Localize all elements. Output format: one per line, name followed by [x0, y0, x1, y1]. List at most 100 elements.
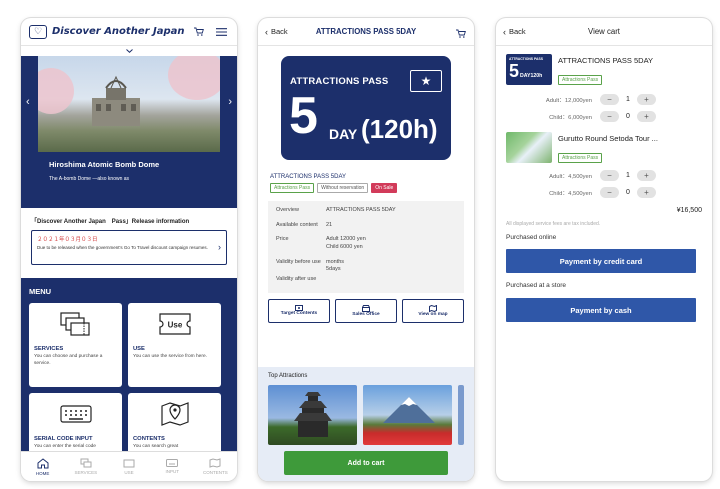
info-key: Price — [276, 236, 289, 243]
hero-title: Hiroshima Atomic Bomb Dome — [49, 160, 160, 169]
release-title: 「Discover Another Japan Pass」Release inf… — [31, 219, 190, 225]
nav-label: HOME — [35, 470, 50, 476]
collapse-chevron-icon[interactable] — [21, 46, 237, 56]
page-title: ATTRACTIONS PASS 5DAY — [315, 27, 417, 36]
quantity-value: 1 — [626, 96, 630, 103]
pay-credit-card-button[interactable]: Payment by credit card — [506, 249, 696, 273]
attraction-castle-image[interactable] — [268, 385, 358, 445]
info-row: Available content 21 — [276, 222, 456, 230]
pay-cash-button[interactable]: Payment by cash — [506, 298, 696, 322]
back-button[interactable]: ‹ Back — [265, 27, 288, 37]
pass-detail-screen: ‹ Back ATTRACTIONS PASS 5DAY ATTRACTIONS… — [258, 18, 474, 481]
menu-card-use[interactable]: Use USE You can use the service from her… — [128, 303, 221, 387]
action-label: Sales Office — [352, 311, 380, 317]
quantity-row: Child：6,000yen − 0 + — [496, 111, 712, 122]
chevron-right-icon: › — [218, 242, 221, 252]
target-contents-button[interactable]: Target Contents — [268, 298, 330, 323]
minus-button[interactable]: − — [600, 187, 619, 198]
cart-item-tag: Attractions Pass — [558, 153, 603, 163]
menu-title: MENU — [29, 287, 52, 296]
action-label: View on map — [418, 311, 448, 317]
tax-note: All displayed service fees are tax inclu… — [506, 221, 601, 227]
thumb-text: DAY120h — [520, 73, 543, 79]
nav-contents[interactable]: CONTENTS — [194, 452, 237, 481]
nav-input[interactable]: INPUT — [151, 452, 194, 481]
release-info-section: 「Discover Another Japan Pass」Release inf… — [21, 208, 237, 269]
ticket-use-icon — [123, 459, 135, 467]
menu-card-title: SERVICES — [34, 346, 64, 352]
info-row: Validity before use months 5days — [276, 259, 456, 274]
nav-label: USE — [124, 469, 134, 475]
tag-on-sale: On Sale — [371, 183, 398, 193]
nav-services[interactable]: SERVICES — [64, 452, 107, 481]
hero-image — [38, 56, 220, 152]
nav-use[interactable]: USE — [107, 452, 150, 481]
carousel-next-icon[interactable]: › — [228, 96, 232, 108]
menu-card-desc: You can enter the serial code — [34, 444, 96, 449]
hero-carousel[interactable]: ‹ › Hiroshima Atomic Bomb Dome The A-bom… — [21, 56, 237, 208]
back-label: Back — [271, 27, 288, 36]
tag-attractions-pass: Attractions Pass — [270, 183, 315, 193]
release-card[interactable]: ２０２１年０３月０３日 Due to be released when the … — [31, 230, 227, 265]
info-value: Adult 12000 yen Child 6000 yen — [326, 236, 366, 251]
release-date: ２０２１年０３月０３日 — [37, 237, 98, 243]
info-row: Price Adult 12000 yen Child 6000 yen — [276, 236, 456, 251]
brand-logo-icon: ♡ — [29, 24, 47, 39]
tickets-icon — [34, 308, 117, 340]
cart-icon[interactable] — [191, 24, 207, 40]
tickets-icon — [80, 458, 92, 468]
product-tags: Attractions Pass Without reservation On … — [270, 183, 474, 193]
info-row: Overview ATTRACTIONS PASS 5DAY — [276, 207, 456, 215]
ticket-use-icon: Use — [133, 308, 216, 340]
menu-card-services[interactable]: SERVICES You can choose and purchase a s… — [29, 303, 122, 387]
cart-screen: ‹ Back View cart ATTRACTIONS PASS 5 DAY1… — [496, 18, 712, 481]
menu-card-title: CONTENTS — [133, 436, 165, 442]
hamburger-menu-icon[interactable] — [213, 24, 229, 40]
quantity-value: 0 — [626, 189, 630, 196]
minus-button[interactable]: − — [600, 94, 619, 105]
minus-button[interactable]: − — [600, 170, 619, 181]
nav-label: SERVICES — [74, 470, 98, 475]
pass-card-days: 5 — [289, 87, 318, 145]
attraction-fuji-image[interactable] — [363, 385, 453, 445]
cart-item-tag: Attractions Pass — [558, 75, 603, 85]
plus-button[interactable]: + — [637, 94, 656, 105]
view-on-map-button[interactable]: View on map — [402, 298, 464, 323]
info-key: Available content — [276, 221, 318, 228]
nav-home[interactable]: HOME — [21, 452, 64, 481]
cart-item-name: Gurutto Round Setoda Tour ... — [558, 134, 658, 143]
quantity-label: Adult：12,000yen — [545, 98, 592, 104]
nav-label: INPUT — [165, 469, 179, 474]
info-row: Validity after use — [276, 276, 456, 284]
quantity-row: Adult：4,500yen − 1 + — [496, 170, 712, 181]
quantity-label: Adult：4,500yen — [549, 174, 592, 180]
quantity-label: Child：4,500yen — [549, 191, 592, 197]
plus-button[interactable]: + — [637, 170, 656, 181]
page-title: View cart — [588, 27, 620, 36]
info-key: Validity before use — [276, 258, 321, 265]
info-value: months 5days — [326, 258, 345, 273]
back-label: Back — [509, 27, 526, 36]
tag-without-reservation: Without reservation — [317, 183, 369, 193]
plus-button[interactable]: + — [637, 187, 656, 198]
info-value: 21 — [326, 221, 333, 228]
back-button[interactable]: ‹ Back — [503, 27, 526, 37]
add-to-cart-button[interactable]: Add to cart — [284, 451, 448, 475]
info-key: Validity after use — [276, 276, 317, 283]
release-description: Due to be released when the government's… — [37, 245, 208, 250]
attraction-more-image[interactable] — [458, 385, 464, 445]
menu-card-desc: You can choose and purchase a service. — [34, 354, 103, 366]
home-icon — [37, 457, 49, 468]
ticket-star-icon: ★ — [410, 70, 442, 92]
quantity-row: Child：4,500yen − 0 + — [496, 187, 712, 198]
plus-button[interactable]: + — [637, 111, 656, 122]
cart-icon[interactable] — [456, 25, 466, 43]
carousel-prev-icon[interactable]: ‹ — [26, 96, 30, 108]
pass-card-image: ATTRACTIONS PASS ★ 5 DAY (120h) — [281, 56, 451, 160]
online-label: Purchased online — [506, 234, 557, 241]
product-name: ATTRACTIONS PASS 5DAY — [270, 174, 347, 180]
minus-button[interactable]: − — [600, 111, 619, 122]
sales-office-button[interactable]: Sales Office — [335, 298, 397, 323]
map-pin-icon — [133, 398, 216, 430]
product-info-table: Overview ATTRACTIONS PASS 5DAY Available… — [268, 201, 464, 293]
